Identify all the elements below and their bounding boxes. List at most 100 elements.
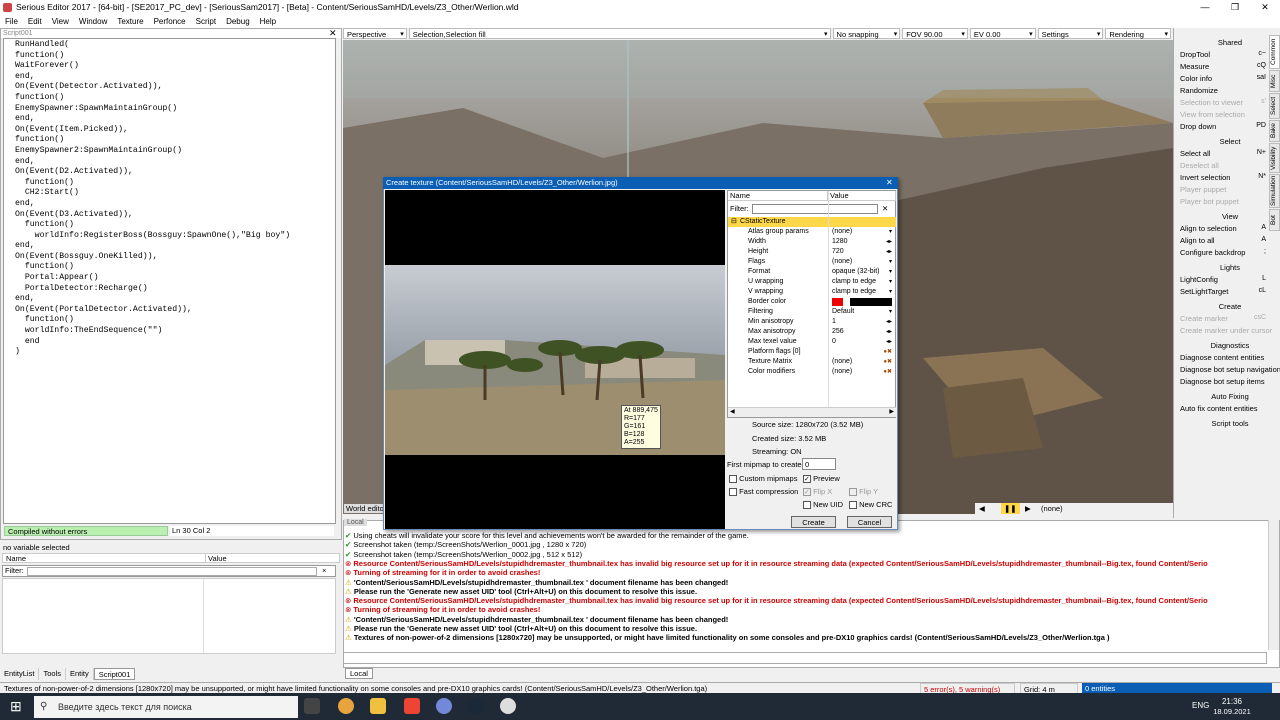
preview-checkbox[interactable]: ✓ Preview <box>803 474 840 484</box>
property-row[interactable]: V wrapping clamp to edge ▾ <box>728 287 896 297</box>
menu-file[interactable]: File <box>0 15 23 28</box>
tool-item[interactable]: DropTool c~ <box>1180 50 1266 59</box>
menu-debug[interactable]: Debug <box>221 15 255 28</box>
property-row[interactable]: Format opaque (32-bit) ▾ <box>728 267 896 277</box>
property-row[interactable]: Platform flags [0] ●✖ <box>728 347 896 357</box>
tool-item[interactable]: LightConfig L <box>1180 275 1266 284</box>
tools-tab-common[interactable]: Common <box>1269 35 1280 69</box>
tool-item[interactable]: View from selection <box>1180 110 1266 119</box>
log-local-tab[interactable]: Local <box>344 519 367 526</box>
dropdown-arrow-icon[interactable]: ▾ <box>889 227 892 237</box>
taskbar-search[interactable]: ⚲ Введите здесь текст для поиска <box>34 696 298 718</box>
tool-item[interactable]: Create marker csC <box>1180 314 1266 323</box>
clock-date[interactable]: 18.09.2021 <box>1204 707 1260 716</box>
pause-icon[interactable]: ❚❚ <box>1001 503 1020 514</box>
tool-item[interactable]: Randomize <box>1180 86 1266 95</box>
menu-script[interactable]: Script <box>191 15 221 28</box>
play-forward-icon[interactable]: ▶ <box>1025 503 1031 514</box>
tools-tab-select[interactable]: Select <box>1269 93 1280 119</box>
fov-select[interactable]: FOV 90.00 <box>902 28 968 41</box>
view-mode-select[interactable]: Perspective <box>343 28 407 41</box>
property-value[interactable]: (none) <box>832 367 852 377</box>
grid-filter-input[interactable] <box>752 204 878 214</box>
menu-edit[interactable]: Edit <box>23 15 47 28</box>
flip-y-checkbox[interactable]: Flip Y <box>849 487 878 497</box>
grid-filter-clear-icon[interactable]: ✕ <box>882 203 888 215</box>
menu-perforce[interactable]: Perfonce <box>149 15 191 28</box>
property-row[interactable]: Max anisotropy 256 ◂▸ <box>728 327 896 337</box>
tools-tab-bake[interactable]: Bake <box>1269 120 1280 142</box>
menu-window[interactable]: Window <box>74 15 112 28</box>
flip-x-checkbox[interactable]: ✓ Flip X <box>803 487 832 497</box>
property-value[interactable]: 1280 <box>832 237 848 247</box>
ev-select[interactable]: EV 0.00 <box>969 28 1036 41</box>
pointer-actions-icon[interactable]: ●✖ <box>883 357 892 367</box>
fast-compression-checkbox[interactable]: Fast compression <box>729 487 798 497</box>
cancel-button[interactable]: Cancel <box>847 516 892 528</box>
border-color-swatch[interactable] <box>832 298 892 306</box>
property-value[interactable]: Default <box>832 307 854 317</box>
property-row[interactable]: Border color <box>728 297 896 307</box>
tool-item[interactable]: Invert selection N* <box>1180 173 1266 182</box>
settings-select[interactable]: Settings <box>1037 28 1104 41</box>
spinner-icon[interactable]: ◂▸ <box>886 327 892 337</box>
log-command-input[interactable] <box>343 652 1267 664</box>
texture-preview[interactable]: At 889,475 R=177 G=161 B=128 A=255 <box>385 190 725 529</box>
explorer-icon[interactable] <box>370 698 386 714</box>
scroll-left-icon[interactable]: ◀ <box>730 408 735 415</box>
spinner-icon[interactable]: ◂▸ <box>886 317 892 327</box>
property-row[interactable]: Atlas group params (none) ▾ <box>728 227 896 237</box>
scroll-right-icon[interactable]: ▶ <box>889 408 894 415</box>
custom-mipmaps-checkbox[interactable]: Custom mipmaps <box>729 474 797 484</box>
pointer-actions-icon[interactable]: ●✖ <box>883 367 892 377</box>
tab-script001[interactable]: Script001 <box>93 668 136 680</box>
property-value[interactable]: (none) <box>832 257 852 267</box>
tool-item[interactable]: Diagnose content entities <box>1180 353 1266 362</box>
property-row[interactable]: Flags (none) ▾ <box>728 257 896 267</box>
property-value[interactable]: (none) <box>832 227 852 237</box>
dropdown-arrow-icon[interactable]: ▾ <box>889 277 892 287</box>
tab-entitylist[interactable]: EntityList <box>0 668 40 680</box>
windows-start-icon[interactable]: ⊞ <box>10 699 24 713</box>
tool-item[interactable]: Measure cQ <box>1180 62 1266 71</box>
property-value[interactable]: clamp to edge <box>832 287 876 297</box>
spinner-icon[interactable]: ◂▸ <box>886 237 892 247</box>
property-row[interactable]: Min anisotropy 1 ◂▸ <box>728 317 896 327</box>
tool-item[interactable]: Selection to viewer s' <box>1180 98 1266 107</box>
property-row[interactable]: Texture Matrix (none) ●✖ <box>728 357 896 367</box>
property-row[interactable]: Filtering Default ▾ <box>728 307 896 317</box>
group-cstatictexture[interactable]: ⊟ CStaticTexture <box>728 217 896 227</box>
tool-item[interactable]: Auto fix content entities <box>1180 404 1266 413</box>
clock-time[interactable]: 21:36 <box>1212 697 1252 706</box>
tool-item[interactable]: Player bot puppet <box>1180 197 1266 206</box>
collapse-icon[interactable]: ⊟ <box>731 217 737 227</box>
app-icon-red[interactable] <box>404 698 420 714</box>
tool-item[interactable]: Diagnose bot setup navigation <box>1180 365 1280 374</box>
tool-item[interactable]: Align to all A <box>1180 236 1266 245</box>
tool-item[interactable]: Select all N+ <box>1180 149 1266 158</box>
property-value[interactable]: 0 <box>832 337 836 347</box>
spinner-icon[interactable]: ◂▸ <box>886 247 892 257</box>
dropdown-arrow-icon[interactable]: ▾ <box>889 287 892 297</box>
property-value[interactable]: clamp to edge <box>832 277 876 287</box>
property-row[interactable]: Color modifiers (none) ●✖ <box>728 367 896 377</box>
discord-icon[interactable] <box>436 698 452 714</box>
property-value[interactable]: 720 <box>832 247 844 257</box>
tool-item[interactable]: Create marker under cursor <box>1180 326 1272 335</box>
tool-item[interactable]: Drop down PD <box>1180 122 1266 131</box>
tool-item[interactable]: Align to selection A <box>1180 224 1266 233</box>
property-row[interactable]: Width 1280 ◂▸ <box>728 237 896 247</box>
tools-tab-misc[interactable]: Misc <box>1269 70 1280 92</box>
script-tab[interactable]: Script001 <box>1 29 341 38</box>
tools-tab-simulation[interactable]: Simulation <box>1269 174 1280 208</box>
tool-item[interactable]: Diagnose bot setup items <box>1180 377 1266 386</box>
new-crc-checkbox[interactable]: New CRC <box>849 500 892 510</box>
tab-entity[interactable]: Entity <box>66 668 94 680</box>
first-mipmap-input[interactable]: 0 <box>802 458 836 470</box>
script-editor[interactable]: RunHandled( function() WaitForever() end… <box>3 38 336 524</box>
menu-view[interactable]: View <box>47 15 74 28</box>
chrome-icon[interactable] <box>338 698 354 714</box>
create-button[interactable]: Create <box>791 516 836 528</box>
property-value[interactable]: opaque (32-bit) <box>832 267 879 277</box>
new-uid-checkbox[interactable]: New UID <box>803 500 843 510</box>
